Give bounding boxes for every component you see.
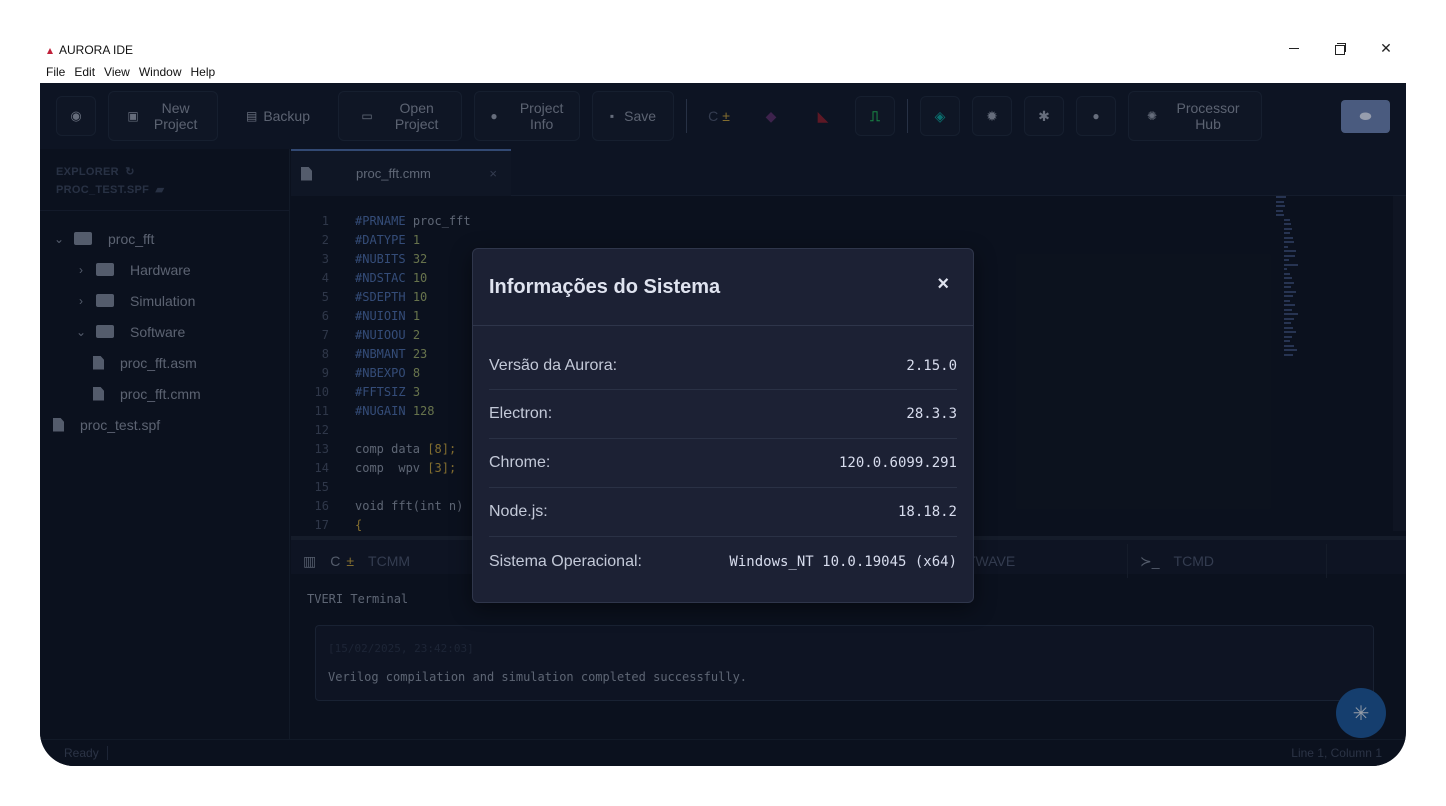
info-label: Electron: [489, 405, 553, 422]
info-label: Node.js: [489, 503, 548, 520]
info-label: Versão da Aurora: [489, 356, 618, 374]
menu-help[interactable]: Help [191, 65, 216, 79]
info-row-os: Sistema Operacional: Windows_NT 10.0.190… [489, 537, 957, 586]
restore-icon[interactable] [1332, 40, 1348, 56]
menu-view[interactable]: View [104, 65, 130, 79]
app-icon [46, 46, 55, 55]
minimize-icon[interactable] [1286, 40, 1302, 56]
info-value: 120.0.6099.291 [838, 455, 957, 471]
menu-file[interactable]: File [46, 65, 65, 79]
menu-bar: File Edit View Window Help [46, 65, 215, 79]
info-row-aurora-version: Versão da Aurora: 2.15.0 [489, 326, 957, 390]
info-value: 28.3.3 [906, 406, 957, 422]
dialog-title: Informações do Sistema [489, 275, 721, 298]
dialog-body: Versão da Aurora: 2.15.0 Electron: 28.3.… [473, 326, 973, 586]
menu-edit[interactable]: Edit [74, 65, 95, 79]
info-value: 2.15.0 [906, 357, 957, 374]
info-value: 18.18.2 [897, 504, 957, 520]
system-info-dialog: Informações do Sistema × Versão da Auror… [472, 248, 974, 603]
window-title-text: AURORA IDE [59, 43, 134, 57]
info-value: Windows_NT 10.0.19045 (x64) [729, 553, 957, 570]
dialog-close-icon[interactable]: × [937, 273, 949, 296]
window-title: AURORA IDE [46, 43, 133, 57]
dialog-header: Informações do Sistema × [473, 249, 973, 326]
info-label: Chrome: [489, 454, 551, 471]
info-row-nodejs: Node.js: 18.18.2 [489, 488, 957, 537]
info-label: Sistema Operacional: [489, 552, 642, 570]
info-row-electron: Electron: 28.3.3 [489, 390, 957, 439]
close-window-icon[interactable]: ✕ [1378, 40, 1394, 56]
info-row-chrome: Chrome: 120.0.6099.291 [489, 439, 957, 488]
window-controls: ✕ [1286, 40, 1394, 56]
menu-window[interactable]: Window [139, 65, 182, 79]
